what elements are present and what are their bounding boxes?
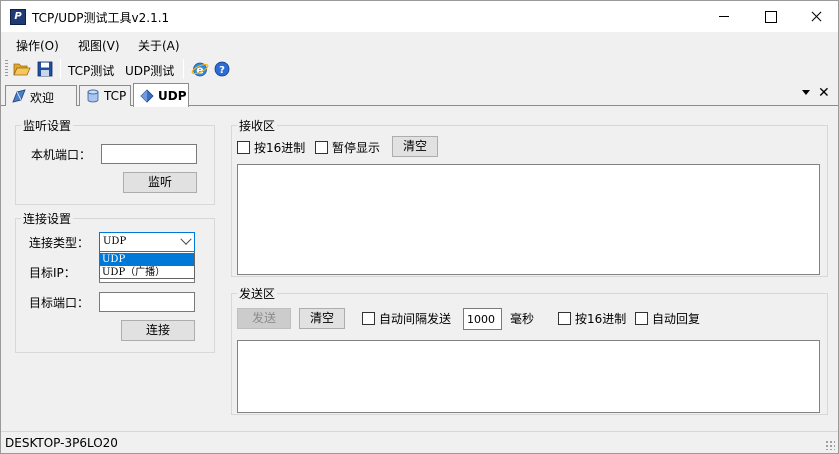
send-clear-button[interactable]: 清空 (299, 308, 345, 329)
send-hex-label: 按16进制 (575, 312, 627, 326)
listen-settings-title: 监听设置 (21, 117, 74, 134)
menu-about[interactable]: 关于(A) (138, 37, 180, 54)
menu-operate[interactable]: 操作(O) (16, 37, 59, 54)
connect-button[interactable]: 连接 (121, 320, 195, 341)
receive-group: 接收区 按16进制 暂停显示 清空 (231, 117, 828, 277)
status-hostname: DESKTOP-3P6LO20 (5, 436, 118, 450)
pause-display-checkbox[interactable] (315, 141, 328, 154)
tcp-test-button[interactable]: TCP测试 (68, 62, 114, 79)
tab-strip: 欢迎 TCP UDP ✕ (1, 82, 838, 107)
tab-list-chevron-down-icon[interactable] (802, 90, 810, 95)
tab-tcp[interactable]: TCP (79, 85, 131, 106)
app-window: P TCP/UDP测试工具v2.1.1 操作(O) 视图(V) 关于(A) TC… (0, 0, 839, 454)
receive-clear-button[interactable]: 清空 (392, 136, 438, 157)
connection-type-value: UDP (103, 236, 127, 247)
receive-textarea[interactable] (237, 164, 820, 275)
send-area-title: 发送区 (237, 285, 278, 302)
menu-view[interactable]: 视图(V) (78, 37, 120, 54)
window-title: TCP/UDP测试工具v2.1.1 (32, 11, 170, 25)
send-button[interactable]: 发送 (237, 308, 291, 329)
tab-close-icon[interactable]: ✕ (818, 85, 830, 101)
auto-reply-checkbox[interactable] (635, 312, 648, 325)
receive-hex-label: 按16进制 (254, 141, 306, 155)
interval-unit-label: 毫秒 (510, 312, 535, 326)
auto-send-label: 自动间隔发送 (379, 312, 452, 326)
target-port-label: 目标端口： (29, 296, 90, 310)
toolbar: TCP测试 UDP测试 e ? (1, 56, 838, 82)
app-logo-icon: P (10, 9, 26, 25)
send-interval-input[interactable] (463, 308, 502, 330)
title-bar: P TCP/UDP测试工具v2.1.1 (1, 1, 838, 32)
diamond-icon (140, 89, 154, 103)
local-port-input[interactable] (101, 144, 197, 164)
connect-settings-title: 连接设置 (21, 210, 74, 227)
toolbar-separator (60, 59, 61, 79)
connection-type-select[interactable]: UDP (99, 232, 195, 252)
status-bar: DESKTOP-3P6LO20 (1, 431, 838, 453)
target-ip-label: 目标IP： (29, 266, 76, 280)
local-port-label: 本机端口： (31, 148, 92, 162)
dropdown-option-udp-broadcast[interactable]: UDP（广播） (100, 266, 194, 279)
menu-bar: 操作(O) 视图(V) 关于(A) (1, 32, 838, 56)
send-group: 发送区 发送 清空 自动间隔发送 毫秒 按16进制 自动回复 (231, 285, 828, 415)
listen-button[interactable]: 监听 (123, 172, 197, 193)
tab-tcp-label: TCP (104, 89, 127, 103)
auto-reply-label: 自动回复 (652, 312, 701, 326)
welcome-icon (12, 89, 26, 103)
save-disk-icon[interactable] (36, 60, 54, 78)
svg-text:?: ? (219, 65, 225, 76)
help-icon[interactable]: ? (213, 60, 231, 78)
receive-hex-checkbox[interactable] (237, 141, 250, 154)
listen-settings-group: 监听设置 本机端口： 监听 (15, 117, 215, 205)
toolbar-separator (183, 59, 184, 79)
database-icon (86, 89, 100, 103)
chevron-down-icon (180, 233, 192, 245)
internet-explorer-icon[interactable]: e (191, 60, 209, 78)
tab-welcome[interactable]: 欢迎 (5, 85, 77, 106)
send-textarea[interactable] (237, 340, 820, 413)
udp-test-button[interactable]: UDP测试 (125, 62, 174, 79)
connect-settings-group: 连接设置 连接类型： UDP UDP UDP（广播） 目标IP： 目标端口： 连… (15, 210, 215, 353)
dropdown-option-udp[interactable]: UDP (100, 253, 194, 266)
toolbar-grip (5, 60, 8, 78)
minimize-button[interactable] (701, 1, 747, 32)
open-folder-icon[interactable] (13, 60, 31, 78)
close-button[interactable] (793, 1, 839, 32)
maximize-button[interactable] (747, 1, 793, 32)
connection-type-dropdown: UDP UDP（广播） (99, 251, 195, 279)
resize-grip-icon[interactable] (825, 440, 835, 450)
pause-display-label: 暂停显示 (332, 141, 381, 155)
receive-area-title: 接收区 (237, 117, 278, 134)
udp-panel: 监听设置 本机端口： 监听 连接设置 连接类型： UDP UDP UDP（广播）… (1, 106, 838, 431)
auto-send-checkbox[interactable] (362, 312, 375, 325)
send-hex-checkbox[interactable] (558, 312, 571, 325)
tab-udp[interactable]: UDP (133, 83, 189, 107)
connection-type-label: 连接类型： (29, 236, 90, 250)
target-port-input[interactable] (99, 292, 195, 312)
tab-welcome-label: 欢迎 (30, 91, 55, 105)
tab-udp-label: UDP (158, 89, 187, 103)
